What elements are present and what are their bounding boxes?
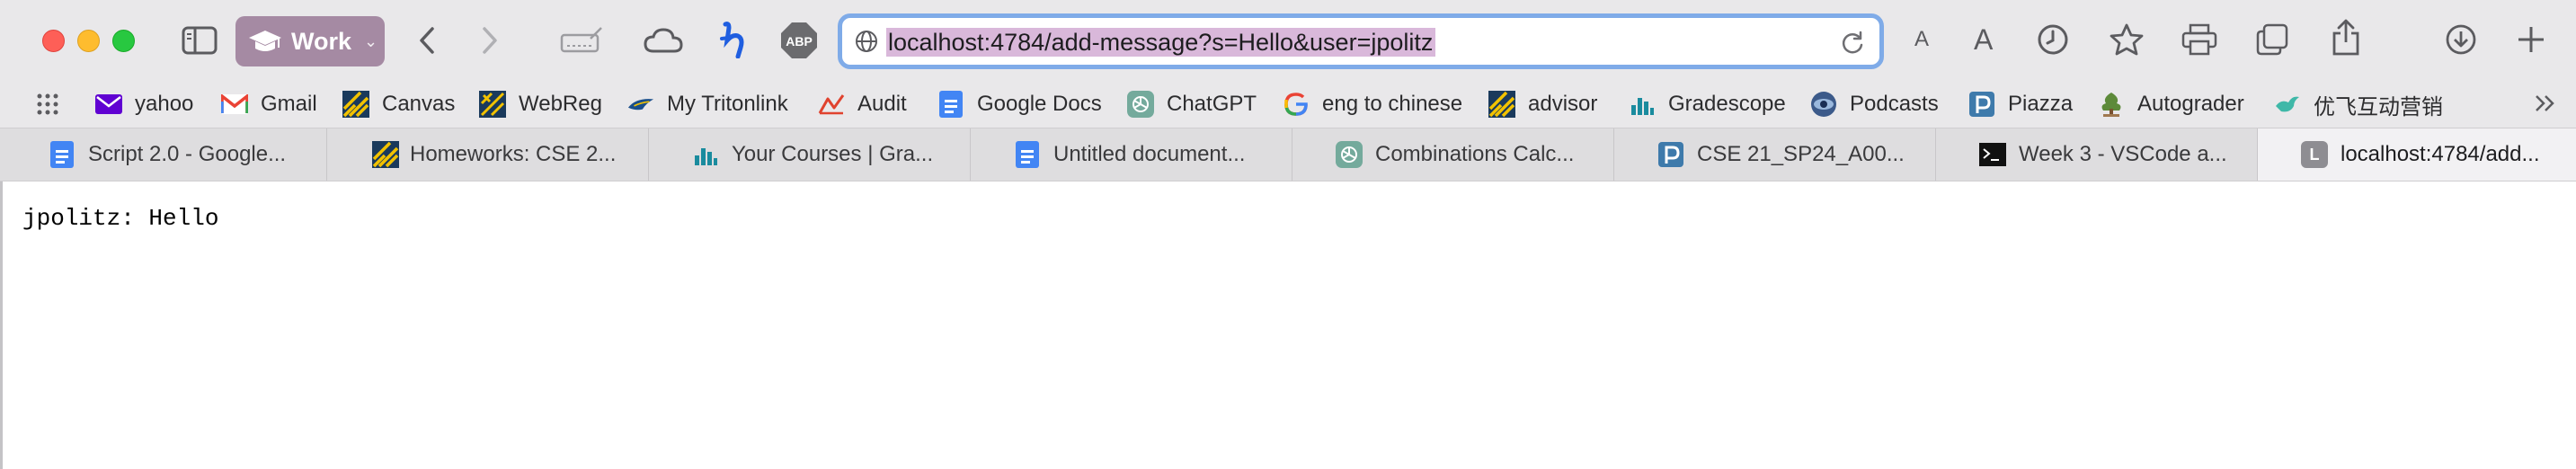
bookmark-canvas[interactable]: Canvas xyxy=(342,88,455,120)
google-icon xyxy=(1283,91,1310,118)
google-docs-icon xyxy=(49,141,76,168)
chatgpt-icon xyxy=(1127,91,1154,118)
audit-icon xyxy=(818,91,845,118)
piazza-icon xyxy=(1968,91,1995,118)
sidebar-toggle-icon[interactable] xyxy=(180,24,219,57)
tab-bar: Script 2.0 - Google... Homeworks: CSE 2.… xyxy=(0,128,2576,181)
bookmarks-bar: yahoo Gmail Canvas WebReg My Tritonlink … xyxy=(0,81,2576,128)
honey-extension-icon[interactable] xyxy=(715,20,751,59)
share-icon[interactable] xyxy=(2328,18,2364,58)
bookmark-podcasts[interactable]: Podcasts xyxy=(1810,88,1939,120)
bird-icon xyxy=(2274,91,2301,118)
bookmark-star-icon[interactable] xyxy=(2109,22,2145,58)
back-button[interactable] xyxy=(413,24,440,57)
terminal-icon xyxy=(1979,141,2006,168)
new-tab-plus-icon[interactable] xyxy=(2513,22,2549,58)
piazza-icon xyxy=(1657,141,1684,168)
cloud-icon[interactable] xyxy=(643,24,684,57)
autograder-icon xyxy=(2098,91,2125,118)
bookmark-advisor[interactable]: advisor xyxy=(1488,88,1597,120)
message-text: jpolitz: Hello xyxy=(22,205,219,232)
page-content: jpolitz: Hello xyxy=(0,181,2576,469)
bookmark-gradescope[interactable]: Gradescope xyxy=(1629,88,1786,120)
tab-script[interactable]: Script 2.0 - Google... xyxy=(5,128,327,181)
tritonlink-icon xyxy=(627,91,654,118)
svg-text:ABP: ABP xyxy=(786,34,813,49)
google-docs-icon xyxy=(1014,141,1041,168)
profile-switcher-button[interactable]: Work ⌄ xyxy=(235,16,385,66)
bookmark-youfei[interactable]: 优飞互动营销 xyxy=(2274,88,2443,120)
bookmark-piazza[interactable]: Piazza xyxy=(1968,88,2073,120)
forward-button[interactable] xyxy=(476,24,503,57)
tab-your-courses[interactable]: Your Courses | Gra... xyxy=(649,128,971,181)
bookmark-audit[interactable]: Audit xyxy=(818,88,907,120)
address-bar[interactable]: localhost:4784/add-message?s=Hello&user=… xyxy=(838,13,1884,69)
tab-untitled-document[interactable]: Untitled document... xyxy=(971,128,1292,181)
tab-combinations-calc[interactable]: Combinations Calc... xyxy=(1292,128,1614,181)
keyboard-pen-icon[interactable] xyxy=(559,24,604,57)
bookmark-chatgpt[interactable]: ChatGPT xyxy=(1127,88,1257,120)
gradescope-icon xyxy=(692,141,719,168)
tab-localhost-active[interactable]: L localhost:4784/add... xyxy=(2258,128,2576,181)
minimize-window-button[interactable] xyxy=(77,30,100,52)
history-clock-icon[interactable] xyxy=(2035,22,2071,58)
bookmark-autograder[interactable]: Autograder xyxy=(2098,88,2244,120)
bookmark-my-tritonlink[interactable]: My Tritonlink xyxy=(627,88,788,120)
bookmark-google-docs[interactable]: Google Docs xyxy=(937,88,1102,120)
webreg-icon xyxy=(479,91,506,118)
gradescope-icon xyxy=(1629,91,1656,118)
apps-grid-icon[interactable] xyxy=(36,88,59,120)
podcasts-icon xyxy=(1810,91,1837,118)
bookmark-eng-to-chinese[interactable]: eng to chinese xyxy=(1283,88,1462,120)
letter-l-icon: L xyxy=(2301,141,2328,168)
google-docs-icon xyxy=(937,91,964,118)
chatgpt-icon xyxy=(1336,141,1363,168)
more-bookmarks-icon[interactable] xyxy=(2533,92,2560,120)
close-window-button[interactable] xyxy=(42,30,65,52)
reload-icon[interactable] xyxy=(1840,31,1865,60)
tab-homeworks[interactable]: Homeworks: CSE 2... xyxy=(327,128,649,181)
graduation-cap-icon xyxy=(249,31,281,51)
yahoo-mail-icon xyxy=(95,91,122,118)
bookmark-gmail[interactable]: Gmail xyxy=(221,88,317,120)
globe-icon xyxy=(855,30,878,58)
browser-toolbar: Work ⌄ ABP localhost:4784/add-message?s=… xyxy=(0,0,2576,81)
print-icon[interactable] xyxy=(2181,22,2218,58)
profile-label: Work xyxy=(291,27,352,55)
bookmark-webreg[interactable]: WebReg xyxy=(479,88,602,120)
tab-cse21[interactable]: CSE 21_SP24_A00... xyxy=(1614,128,1936,181)
canvas-icon xyxy=(372,141,399,168)
adblock-plus-icon[interactable]: ABP xyxy=(780,22,818,59)
decrease-font-button[interactable]: A xyxy=(1914,27,1929,52)
chevron-down-icon: ⌄ xyxy=(364,31,378,50)
tab-week3-vscode[interactable]: Week 3 - VSCode a... xyxy=(1936,128,2258,181)
fullscreen-window-button[interactable] xyxy=(112,30,135,52)
gmail-icon xyxy=(221,91,248,118)
canvas-icon xyxy=(342,91,369,118)
downloads-icon[interactable] xyxy=(2443,22,2479,58)
url-text[interactable]: localhost:4784/add-message?s=Hello&user=… xyxy=(886,28,1436,57)
bookmark-yahoo[interactable]: yahoo xyxy=(95,88,193,120)
increase-font-button[interactable]: A xyxy=(1974,23,1993,57)
tab-overview-icon[interactable] xyxy=(2254,22,2290,58)
advisor-icon xyxy=(1488,91,1515,118)
